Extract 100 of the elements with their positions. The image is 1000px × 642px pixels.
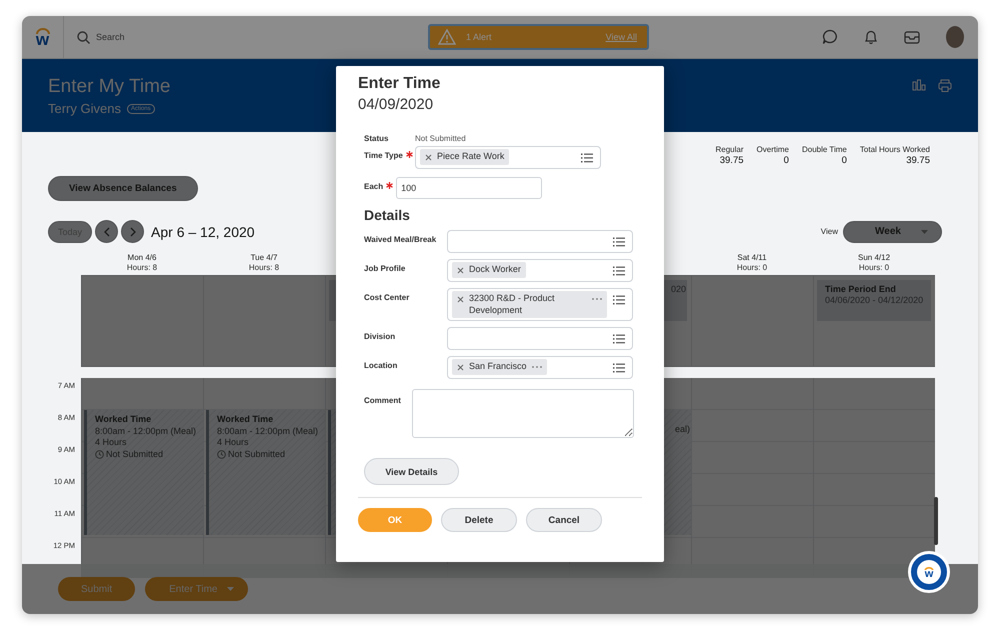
day-label: Sun 4/12 <box>858 253 890 263</box>
day-hours: Hours: 0 <box>858 263 890 273</box>
notifications-icon[interactable] <box>864 29 878 45</box>
day-hours: Hours: 0 <box>736 263 768 273</box>
remove-icon[interactable] <box>425 154 432 161</box>
bar-chart-icon[interactable] <box>912 79 926 91</box>
day-label: Mon 4/6 <box>128 253 156 263</box>
event-time: 8:00am - 12:00pm (Meal) <box>217 426 320 437</box>
summary-label: Total Hours Worked <box>860 145 930 154</box>
search-field[interactable]: Search <box>94 31 214 43</box>
view-absence-balances-button[interactable]: View Absence Balances <box>48 176 198 201</box>
dialog-button[interactable]: Cancel <box>526 508 602 532</box>
summary-label: Double Time <box>802 145 847 154</box>
dialog-date: 04/09/2020 <box>358 96 434 114</box>
summary-value: 39.75 <box>906 155 930 166</box>
day-label: Tue 4/7 <box>250 253 278 263</box>
list-icon[interactable] <box>613 363 625 373</box>
chat-icon[interactable] <box>822 29 838 45</box>
print-icon[interactable] <box>938 79 952 92</box>
field-label: Each <box>364 182 384 191</box>
view-label: View <box>820 227 838 236</box>
event-time: 8:00am - 12:00pm (Meal) <box>95 426 198 437</box>
time-period-block[interactable]: Time Period End 04/06/2020 - 04/12/2020 <box>817 280 931 321</box>
event-status: Not Submitted <box>228 448 286 460</box>
next-button[interactable] <box>121 220 144 243</box>
list-icon[interactable] <box>613 295 625 305</box>
view-details-button[interactable]: View Details <box>364 458 459 485</box>
date-range: Apr 6 – 12, 2020 <box>151 224 255 240</box>
selected-item-label: San Francisco <box>469 361 527 372</box>
alert-banner[interactable]: 1 Alert View All <box>428 24 649 50</box>
chevron-right-icon <box>128 226 137 236</box>
summary-value: 39.75 <box>720 155 744 166</box>
calendar-cell[interactable]: Time Period End 04/06/2020 - 04/12/2020 <box>813 275 935 367</box>
submit-button[interactable]: Submit <box>58 577 136 601</box>
day-hours: Hours: 8 <box>126 263 158 273</box>
field-label: Comment <box>364 396 401 405</box>
page-title: Enter My Time <box>48 76 170 98</box>
worker-name: Terry Givens <box>48 101 121 116</box>
dialog-button[interactable]: Delete <box>441 508 517 532</box>
required-icon <box>406 151 413 158</box>
warning-icon <box>438 29 456 45</box>
caret-icon <box>920 230 928 234</box>
event-title: Time Period End <box>825 284 897 295</box>
list-icon[interactable] <box>581 153 593 163</box>
scrollbar[interactable] <box>934 497 938 545</box>
day-label: Sat 4/11 <box>737 253 767 263</box>
summary-value: 0 <box>784 155 789 166</box>
calendar-cell[interactable] <box>691 275 813 367</box>
field-label: Time Type <box>364 151 403 160</box>
required-icon <box>386 182 394 189</box>
avatar[interactable] <box>946 26 964 48</box>
field-label: Status <box>364 134 388 143</box>
ok-button[interactable]: OK <box>358 508 432 532</box>
each-field[interactable]: 100 <box>396 177 542 199</box>
remove-icon[interactable] <box>457 267 464 274</box>
selected-item-label: 32300 R&D - Product Development <box>469 293 556 316</box>
event-status: Not Submitted <box>106 448 164 460</box>
event-title: Worked Time <box>217 414 274 426</box>
view-dropdown[interactable]: Week <box>843 220 942 242</box>
select-field[interactable] <box>447 327 633 350</box>
field-label: Division <box>364 332 396 341</box>
view-all-link[interactable]: View All <box>606 32 637 42</box>
field-label: Location <box>364 361 398 370</box>
dialog-title: Enter Time <box>358 75 442 93</box>
inbox-icon[interactable] <box>904 30 920 44</box>
select-field[interactable]: Dock Worker <box>447 259 633 282</box>
event-dates: 04/06/2020 - 04/12/2020 <box>825 295 924 306</box>
comment-field[interactable] <box>412 389 634 438</box>
clock-icon <box>217 450 226 459</box>
field-label: Waived Meal/Break <box>364 235 436 244</box>
remove-icon[interactable] <box>457 296 464 303</box>
selected-item-label: Piece Rate Work <box>437 151 504 162</box>
list-icon[interactable] <box>613 266 625 276</box>
list-icon[interactable] <box>613 237 625 247</box>
clock-icon <box>95 450 104 459</box>
select-field[interactable]: San Francisco <box>447 356 633 379</box>
event-text: eal) <box>674 424 690 436</box>
summary-label: Regular <box>716 145 744 154</box>
select-field[interactable]: 32300 R&D - Product Development <box>447 288 633 321</box>
field-label: Cost Center <box>364 293 410 302</box>
summary-label: Overtime <box>756 145 789 154</box>
event-title: Worked Time <box>95 414 152 426</box>
select-field[interactable]: Piece Rate Work <box>415 146 601 169</box>
summary-value: 0 <box>842 155 847 166</box>
select-field[interactable] <box>447 230 633 253</box>
search-icon[interactable] <box>77 30 90 44</box>
calendar-cell[interactable] <box>203 275 325 367</box>
enter-time-dropdown[interactable]: Enter Time <box>145 577 248 601</box>
time-entry-block[interactable]: Worked Time 8:00am - 12:00pm (Meal) 4 Hours Not Submitted <box>84 410 203 535</box>
list-icon[interactable] <box>613 334 625 344</box>
status-value: Not Submitted <box>415 134 466 143</box>
selected-item-label: Dock Worker <box>469 264 521 276</box>
logo: w <box>917 560 941 584</box>
event-duration: 4 Hours <box>95 437 128 448</box>
time-entry-block[interactable]: Worked Time 8:00am - 12:00pm (Meal) 4 Hours Not Submitted <box>206 410 325 535</box>
calendar-cell[interactable] <box>81 275 203 367</box>
remove-icon[interactable] <box>457 364 464 371</box>
caret-icon <box>227 587 234 591</box>
previous-button[interactable] <box>95 220 118 243</box>
alert-text: 1 Alert <box>466 32 493 42</box>
